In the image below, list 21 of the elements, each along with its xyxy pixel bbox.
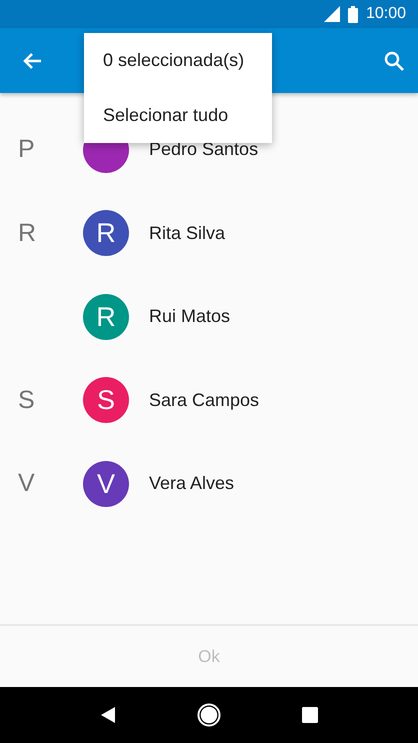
contact-name[interactable]: Rui Matos	[149, 303, 230, 330]
battery-icon	[348, 6, 358, 22]
contact-name[interactable]: Sara Campos	[149, 386, 260, 414]
section-letter: R	[18, 218, 36, 246]
section-letter: P	[18, 135, 35, 163]
clock: 10:00	[366, 4, 406, 24]
search-icon[interactable]	[384, 50, 404, 70]
back-arrow-icon[interactable]	[22, 52, 42, 70]
contact-avatar: V	[83, 460, 129, 507]
contact-avatar: R	[83, 294, 129, 340]
contact-name[interactable]: Rita Silva	[149, 220, 226, 247]
recents-icon[interactable]	[302, 707, 318, 723]
menu-item[interactable]: Selecionar tudo	[84, 88, 272, 143]
section-letter: S	[18, 386, 35, 414]
section-letter: V	[18, 469, 35, 497]
home-icon[interactable]	[196, 703, 221, 727]
signal-icon	[324, 6, 340, 22]
contact-avatar: S	[83, 377, 129, 424]
back-icon[interactable]	[100, 706, 116, 724]
contact-name[interactable]: Vera Alves	[149, 470, 234, 498]
contact-avatar: R	[83, 210, 129, 256]
